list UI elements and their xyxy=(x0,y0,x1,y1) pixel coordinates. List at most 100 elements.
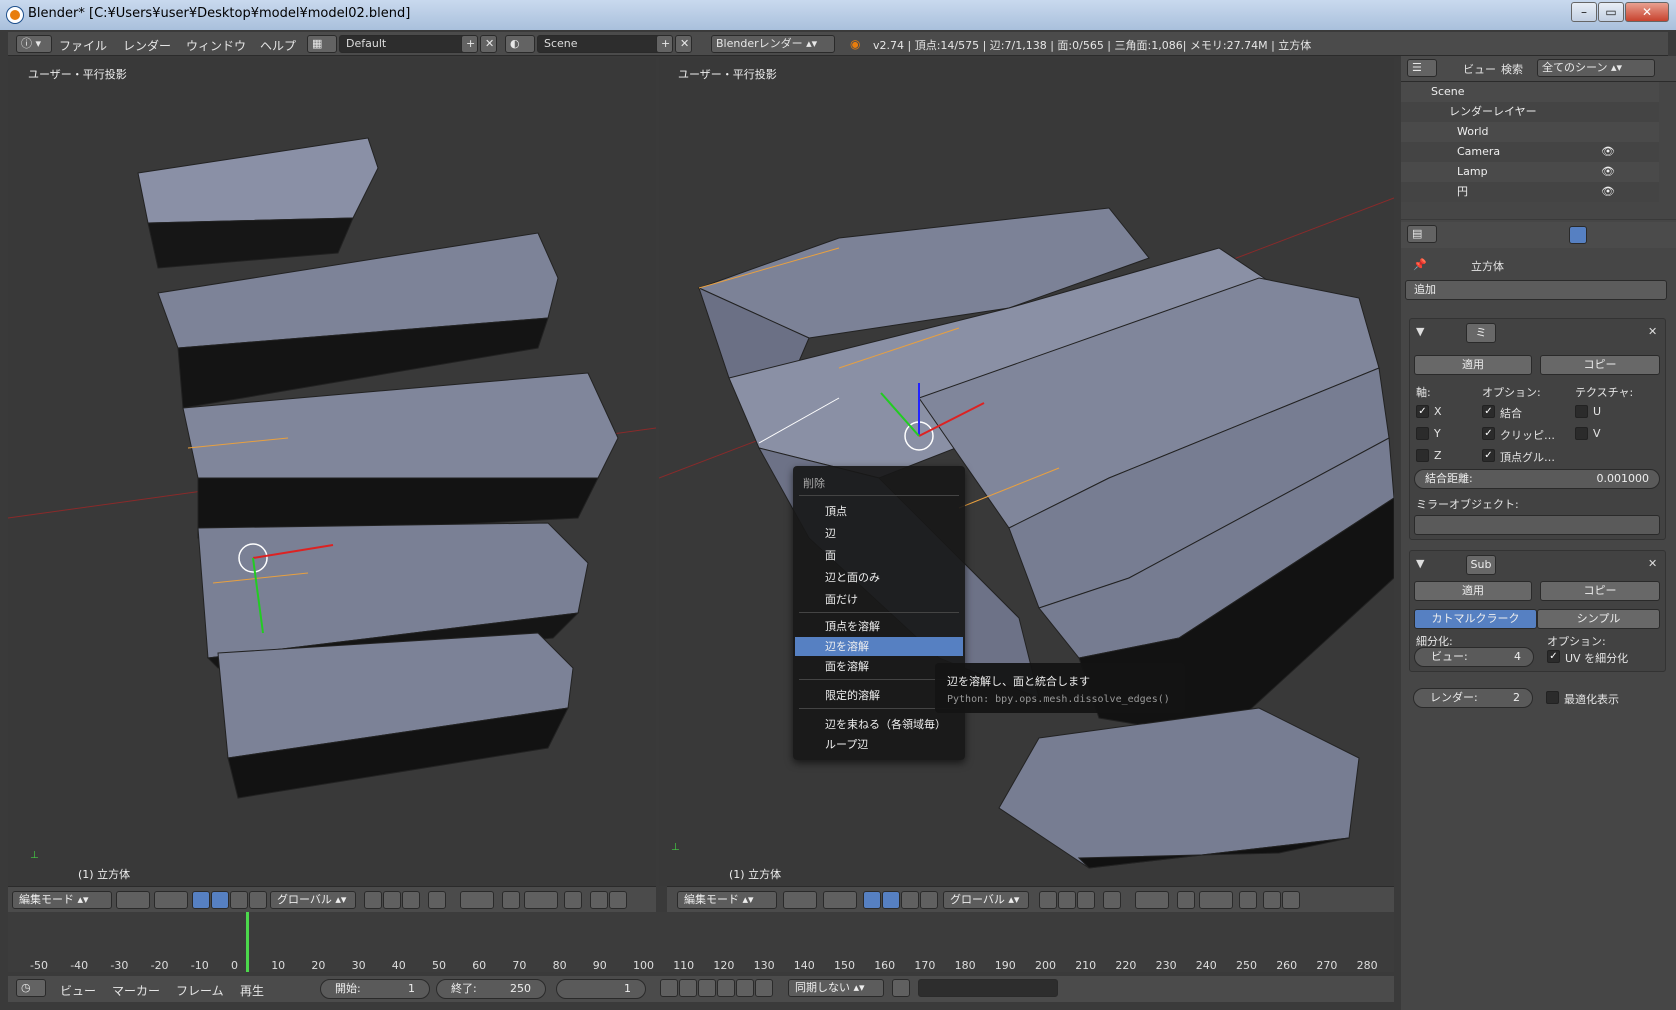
menu-item-faces[interactable]: 面 xyxy=(795,546,963,565)
menu-item-edges[interactable]: 辺 xyxy=(795,524,963,543)
modifier-tab-wrench-icon[interactable] xyxy=(1569,226,1587,244)
menu-item-edge-loops[interactable]: ループ辺 xyxy=(795,735,963,754)
edge-select-icon-left[interactable] xyxy=(383,891,401,909)
add-scene-icon[interactable]: + xyxy=(656,35,673,53)
manipulator-icon-right[interactable] xyxy=(863,891,881,909)
add-modifier-select[interactable]: 追加 xyxy=(1405,280,1667,300)
eye-icon[interactable]: 👁 xyxy=(1601,182,1615,202)
shading-select-right[interactable] xyxy=(783,891,817,909)
record-icon[interactable] xyxy=(892,979,910,997)
scale-icon-left[interactable] xyxy=(249,891,267,909)
mirror-object-field[interactable] xyxy=(1414,515,1660,535)
outliner-filter-select[interactable]: 全てのシーン ▴▾ xyxy=(1537,59,1655,77)
rotate-icon-left[interactable] xyxy=(230,891,248,909)
subsurf-name-field[interactable]: Sub xyxy=(1466,555,1496,575)
subsurf-copy-button[interactable]: コピー xyxy=(1540,581,1660,601)
pin-icon[interactable]: 📌 xyxy=(1413,258,1427,271)
outliner-row-circle[interactable]: 円 👁 xyxy=(1401,182,1659,202)
menu-file[interactable]: ファイル xyxy=(59,37,107,54)
pivot-select-right[interactable] xyxy=(823,891,857,909)
jump-end-icon[interactable] xyxy=(755,979,773,997)
maximize-button[interactable]: ▭ xyxy=(1598,2,1624,22)
current-frame-indicator[interactable] xyxy=(246,912,249,972)
snap-select-left[interactable] xyxy=(524,891,558,909)
close-modifier-icon[interactable]: ✕ xyxy=(1648,557,1657,570)
face-select-icon-right[interactable] xyxy=(1077,891,1095,909)
eye-icon[interactable]: 👁 xyxy=(1601,162,1615,182)
properties-editor-icon[interactable]: ▤ xyxy=(1407,225,1437,243)
outliner-row-renderlayers[interactable]: レンダーレイヤー xyxy=(1401,102,1659,122)
viewport-left[interactable]: ユーザー・平行投影 (1) 立方体 ⊥ xyxy=(8,58,656,886)
axis-z-checkbox[interactable] xyxy=(1416,449,1429,462)
manipulator-icon-left[interactable] xyxy=(192,891,210,909)
simple-button[interactable]: シンプル xyxy=(1537,609,1660,629)
snap-target-icon-right[interactable] xyxy=(1239,891,1257,909)
end-frame-field[interactable]: 終了: 250 xyxy=(436,979,546,999)
collapse-triangle-icon[interactable]: ▼ xyxy=(1416,325,1424,338)
outliner-editor-icon[interactable]: ☰ xyxy=(1407,59,1437,77)
opengl-render-icon-left[interactable] xyxy=(590,891,608,909)
rotate-icon-right[interactable] xyxy=(901,891,919,909)
opengl-anim-icon-left[interactable] xyxy=(609,891,627,909)
orientation-select-right[interactable]: グローバル ▴▾ xyxy=(943,891,1029,909)
optimal-display-checkbox[interactable] xyxy=(1546,691,1559,704)
snap-target-icon-left[interactable] xyxy=(564,891,582,909)
outliner-menu-view[interactable]: ビュー xyxy=(1463,61,1496,77)
vgroups-checkbox[interactable]: ✓ xyxy=(1482,449,1495,462)
axis-y-checkbox[interactable] xyxy=(1416,427,1429,440)
keying-set-field[interactable] xyxy=(918,979,1058,997)
menu-item-vertices[interactable]: 頂点 xyxy=(795,502,963,521)
menu-item-edges-faces[interactable]: 辺と面のみ xyxy=(795,568,963,587)
viewport-right[interactable]: ユーザー・平行投影 (1) 立方体 ⊥ xyxy=(659,58,1394,886)
mirror-u-checkbox[interactable] xyxy=(1575,405,1588,418)
magnet-icon-left[interactable] xyxy=(502,891,520,909)
current-frame-field[interactable]: 1 xyxy=(556,979,646,999)
minimize-button[interactable]: – xyxy=(1571,2,1597,22)
collapse-triangle-icon[interactable]: ▼ xyxy=(1416,557,1424,570)
orientation-select-left[interactable]: グローバル ▴▾ xyxy=(270,891,356,909)
next-keyframe-icon[interactable] xyxy=(736,979,754,997)
timeline-menu-frame[interactable]: フレーム xyxy=(176,982,224,999)
edge-select-icon-right[interactable] xyxy=(1058,891,1076,909)
prev-keyframe-icon[interactable] xyxy=(679,979,697,997)
outliner-row-camera[interactable]: Camera 👁 xyxy=(1401,142,1659,162)
play-icon[interactable] xyxy=(717,979,735,997)
editor-type-info-icon[interactable]: ⓘ ▾ xyxy=(16,35,52,53)
sync-mode-select[interactable]: 同期しない ▴▾ xyxy=(788,979,884,997)
render-engine-select[interactable]: Blenderレンダー ▴▾ xyxy=(711,35,835,53)
menu-item-dissolve-edges[interactable]: 辺を溶解 xyxy=(795,637,963,656)
start-frame-field[interactable]: 開始: 1 xyxy=(320,979,430,999)
menu-help[interactable]: ヘルプ xyxy=(260,37,296,54)
menu-item-dissolve-vertices[interactable]: 頂点を溶解 xyxy=(795,617,963,636)
subsurf-apply-button[interactable]: 適用 xyxy=(1414,581,1532,601)
opengl-anim-icon-right[interactable] xyxy=(1282,891,1300,909)
catmull-clark-button[interactable]: カトマルクラーク xyxy=(1414,609,1537,629)
mode-select-right[interactable]: 編集モード ▴▾ xyxy=(677,891,777,909)
outliner-row-lamp[interactable]: Lamp 👁 xyxy=(1401,162,1659,182)
outliner-menu-search[interactable]: 検索 xyxy=(1501,61,1523,77)
remove-screen-icon[interactable]: ✕ xyxy=(480,35,497,53)
snap-select-right[interactable] xyxy=(1199,891,1233,909)
merge-limit-field[interactable]: 結合距離: 0.001000 xyxy=(1414,469,1660,489)
scene-field[interactable]: Scene xyxy=(537,35,663,53)
close-modifier-icon[interactable]: ✕ xyxy=(1648,325,1657,338)
opengl-render-icon-right[interactable] xyxy=(1263,891,1281,909)
timeline[interactable]: -50 -40 -30 -20 -10 0 10 20 30 40 50 60 70 80 90 100 110… xyxy=(8,912,1394,972)
menu-window[interactable]: ウィンドウ xyxy=(186,37,246,54)
mirror-v-checkbox[interactable] xyxy=(1575,427,1588,440)
translate-icon-right[interactable] xyxy=(882,891,900,909)
menu-item-only-faces[interactable]: 面だけ xyxy=(795,590,963,609)
occlude-icon-right[interactable] xyxy=(1103,891,1121,909)
shading-select-left[interactable] xyxy=(116,891,150,909)
timeline-menu-playback[interactable]: 再生 xyxy=(240,982,264,999)
magnet-icon-right[interactable] xyxy=(1177,891,1195,909)
timeline-editor-icon[interactable]: ◷ xyxy=(16,979,46,997)
clipping-checkbox[interactable]: ✓ xyxy=(1482,427,1495,440)
merge-checkbox[interactable]: ✓ xyxy=(1482,405,1495,418)
mesh-view-right[interactable] xyxy=(659,58,1394,886)
occlude-icon-left[interactable] xyxy=(428,891,446,909)
eye-icon[interactable]: 👁 xyxy=(1601,142,1615,162)
play-reverse-icon[interactable] xyxy=(698,979,716,997)
mode-select-left[interactable]: 編集モード ▴▾ xyxy=(12,891,112,909)
pivot-select-left[interactable] xyxy=(154,891,188,909)
